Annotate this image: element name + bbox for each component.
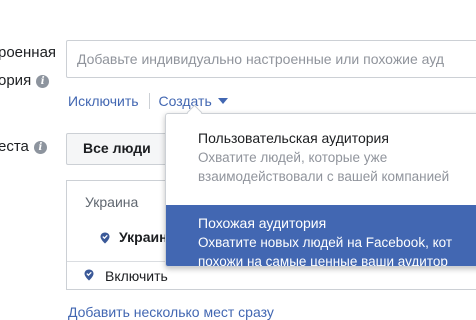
exclude-link[interactable]: Исключить (68, 93, 139, 109)
caret-down-icon (217, 98, 228, 104)
location-country: Украина (85, 194, 139, 210)
location-pin-icon (84, 269, 94, 281)
location-pin-icon (100, 232, 110, 244)
create-link-label: Создать (158, 93, 212, 109)
audience-actions: Исключить Создать (68, 93, 228, 109)
custom-audience-label-line2: ория i (0, 72, 50, 89)
add-multiple-locations-link[interactable]: Добавить несколько мест сразу (68, 304, 274, 320)
menu-item-lookalike-audience[interactable]: Похожая аудитория Охватите новых людей н… (166, 205, 476, 267)
selected-location[interactable]: Украин (119, 229, 168, 245)
divider (148, 93, 150, 109)
info-icon[interactable]: i (33, 141, 47, 154)
menu-item-description: похожи на самые ценные ваши аудитор (198, 254, 448, 267)
include-dropdown[interactable]: Включить (105, 268, 168, 284)
people-type-value: Все люди (83, 140, 151, 156)
custom-audience-search-input[interactable] (66, 40, 476, 78)
menu-item-description: взаимодействовали с вашей компанией (198, 169, 450, 184)
menu-item-description: Охватите новых людей на Facebook, кот (198, 235, 453, 250)
locations-label: еста i (0, 138, 47, 155)
create-audience-menu: Пользовательская аудитория Охватите люде… (165, 113, 476, 267)
menu-item-custom-audience[interactable]: Пользовательская аудитория Охватите люде… (166, 130, 476, 204)
custom-audience-label-line1: роенная (0, 44, 57, 61)
menu-item-title: Пользовательская аудитория (198, 130, 389, 146)
info-icon[interactable]: i (36, 75, 50, 88)
menu-item-title: Похожая аудитория (198, 215, 327, 231)
people-type-select[interactable]: Все люди (66, 133, 176, 165)
menu-item-description: Охватите людей, которые уже (198, 150, 388, 165)
ad-set-audience-panel: роенная орияi Исключить Создать естаi Все… (0, 0, 476, 320)
